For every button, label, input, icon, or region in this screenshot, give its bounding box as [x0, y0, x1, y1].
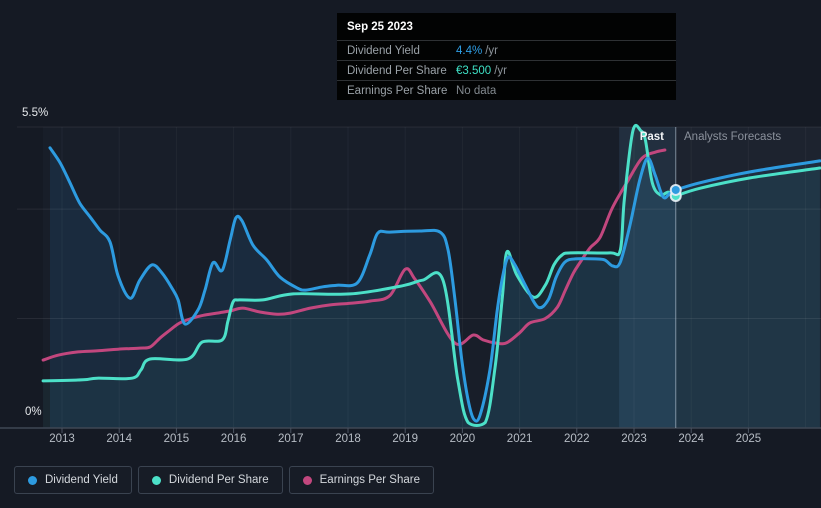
x-axis-label: 2021: [506, 433, 533, 445]
x-axis-label: 2016: [220, 433, 247, 445]
tooltip-row-dividend-yield: Dividend Yield 4.4% /yr: [337, 40, 676, 60]
y-axis-top-label: 5.5%: [22, 107, 49, 119]
tooltip-row-dividend-per-share: Dividend Per Share €3.500 /yr: [337, 60, 676, 80]
x-axis-label: 2022: [564, 433, 590, 445]
legend-item-earnings-per-share[interactable]: Earnings Per Share: [288, 466, 434, 494]
tooltip-date: Sep 25 2023: [347, 21, 413, 33]
x-axis-label: 2024: [678, 433, 704, 445]
legend-item-dividend-per-share[interactable]: Dividend Per Share: [137, 466, 283, 494]
y-axis-bottom-label: 0%: [25, 406, 42, 418]
chart-legend: Dividend Yield Dividend Per Share Earnin…: [14, 466, 434, 494]
x-axis-label: 2013: [49, 433, 75, 445]
dividend-yield-dot-icon: [28, 475, 37, 485]
x-axis-label: 2014: [106, 433, 132, 445]
legend-item-dividend-yield[interactable]: Dividend Yield: [14, 466, 132, 494]
dividend-history-chart: 5.5% 0% 2013 2014 2015 2016 2017 2018 2019 2020…: [0, 0, 821, 508]
x-axis-label: 2023: [621, 433, 647, 445]
dividend-yield-value: 4.4%: [456, 44, 483, 57]
dividend-per-share-dot-icon: [151, 475, 161, 485]
x-axis-label: 2018: [335, 433, 361, 445]
forecasts-label: Analysts Forecasts: [684, 131, 782, 143]
x-axis-label: 2019: [392, 433, 418, 445]
legend-label: Dividend Per Share: [168, 474, 269, 486]
x-axis-label: 2025: [735, 433, 762, 445]
x-axis-label: 2015: [163, 433, 190, 445]
tooltip-row-earnings-per-share: Earnings Per Share No data: [337, 80, 676, 100]
legend-label: Earnings Per Share: [319, 474, 420, 486]
earnings-per-share-dot-icon: [302, 475, 312, 485]
dividend-per-share-value: €3.500: [456, 64, 492, 77]
x-axis-label: 2017: [278, 433, 304, 445]
chart-tooltip: Sep 25 2023 Dividend Yield 4.4% /yr Divi…: [337, 13, 676, 100]
x-axis-label: 2020: [449, 433, 476, 445]
past-label: Past: [639, 131, 664, 143]
legend-label: Dividend Yield: [45, 474, 118, 486]
earnings-per-share-value: No data: [456, 84, 497, 97]
